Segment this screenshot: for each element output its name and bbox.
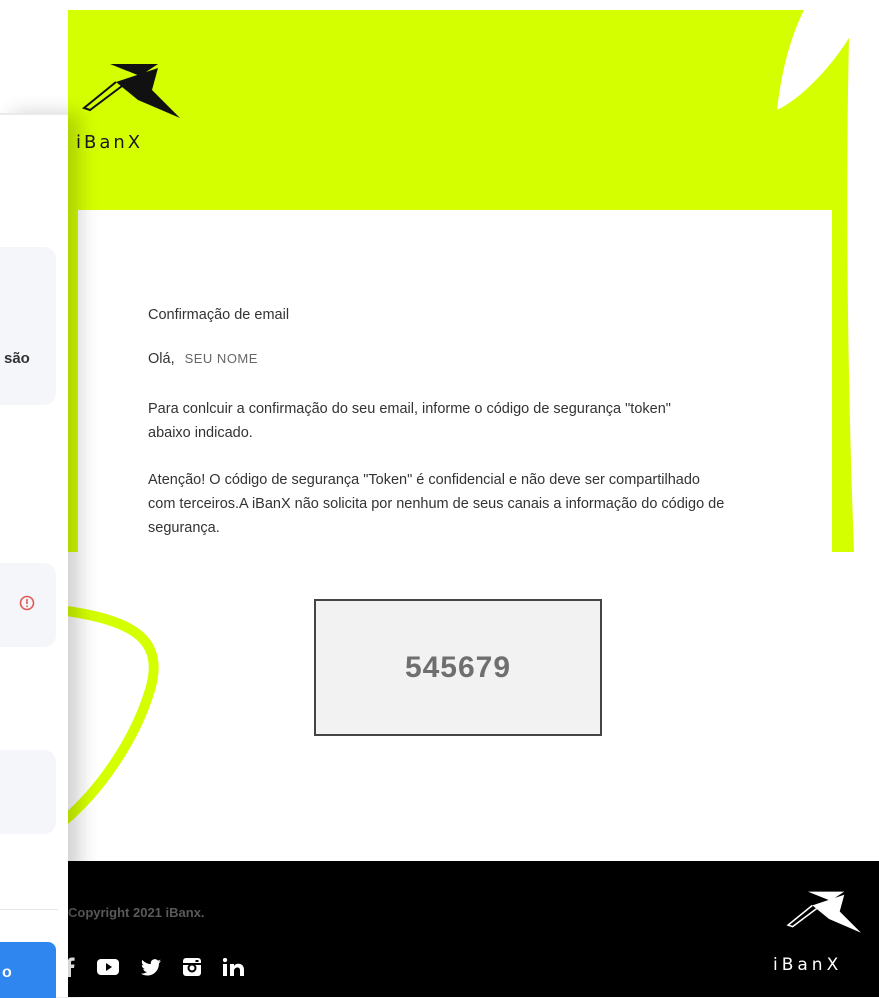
linkedin-icon[interactable] (223, 958, 245, 976)
greeting: Olá, (148, 351, 175, 367)
primary-action-button[interactable]: o (0, 942, 56, 998)
alert-circle-icon (19, 595, 35, 615)
token-box: 545679 (314, 599, 602, 736)
panel-top-border (0, 113, 68, 115)
youtube-icon[interactable] (97, 959, 119, 975)
email-content-panel: Confirmação de email Olá, SEU NOME Para c… (78, 210, 832, 860)
facebook-icon[interactable] (68, 957, 75, 977)
primary-action-label: o (2, 964, 12, 981)
copyright-text: Copyright 2021 iBanx. (68, 905, 205, 920)
brand-name: iBanX (76, 132, 144, 153)
left-side-panel: são o (0, 113, 68, 998)
warning-paragraph: Atenção! O código de segurança "Token" é… (148, 472, 725, 536)
panel-card-alert[interactable] (0, 563, 56, 647)
ibanx-logo-mark-icon (81, 64, 180, 118)
email-footer: Copyright 2021 iBanx. iBanX (68, 861, 879, 997)
instruction-paragraph: Para conlcuir a confirmação do seu email… (148, 401, 671, 441)
footer-brand-name: iBanX (773, 955, 843, 975)
ibanx-logo-mark-icon (786, 891, 861, 933)
footer-ibanx-logo: iBanX (765, 887, 865, 987)
email-title: Confirmação de email (148, 307, 290, 323)
twitter-icon[interactable] (141, 958, 161, 976)
social-links (68, 957, 245, 977)
instagram-icon[interactable] (183, 958, 201, 976)
security-token: 545679 (404, 650, 512, 684)
panel-card-option[interactable]: são (0, 247, 56, 405)
email-preview: iBanX Confirmação de email Olá, SEU NOME … (68, 10, 879, 997)
recipient-name: SEU NOME (184, 351, 258, 366)
ibanx-logo: iBanX (76, 60, 186, 170)
panel-card-empty[interactable] (0, 750, 56, 834)
greeting-line: Olá, SEU NOME (148, 347, 258, 371)
panel-divider (0, 909, 58, 910)
card-option-text: são (4, 350, 30, 367)
